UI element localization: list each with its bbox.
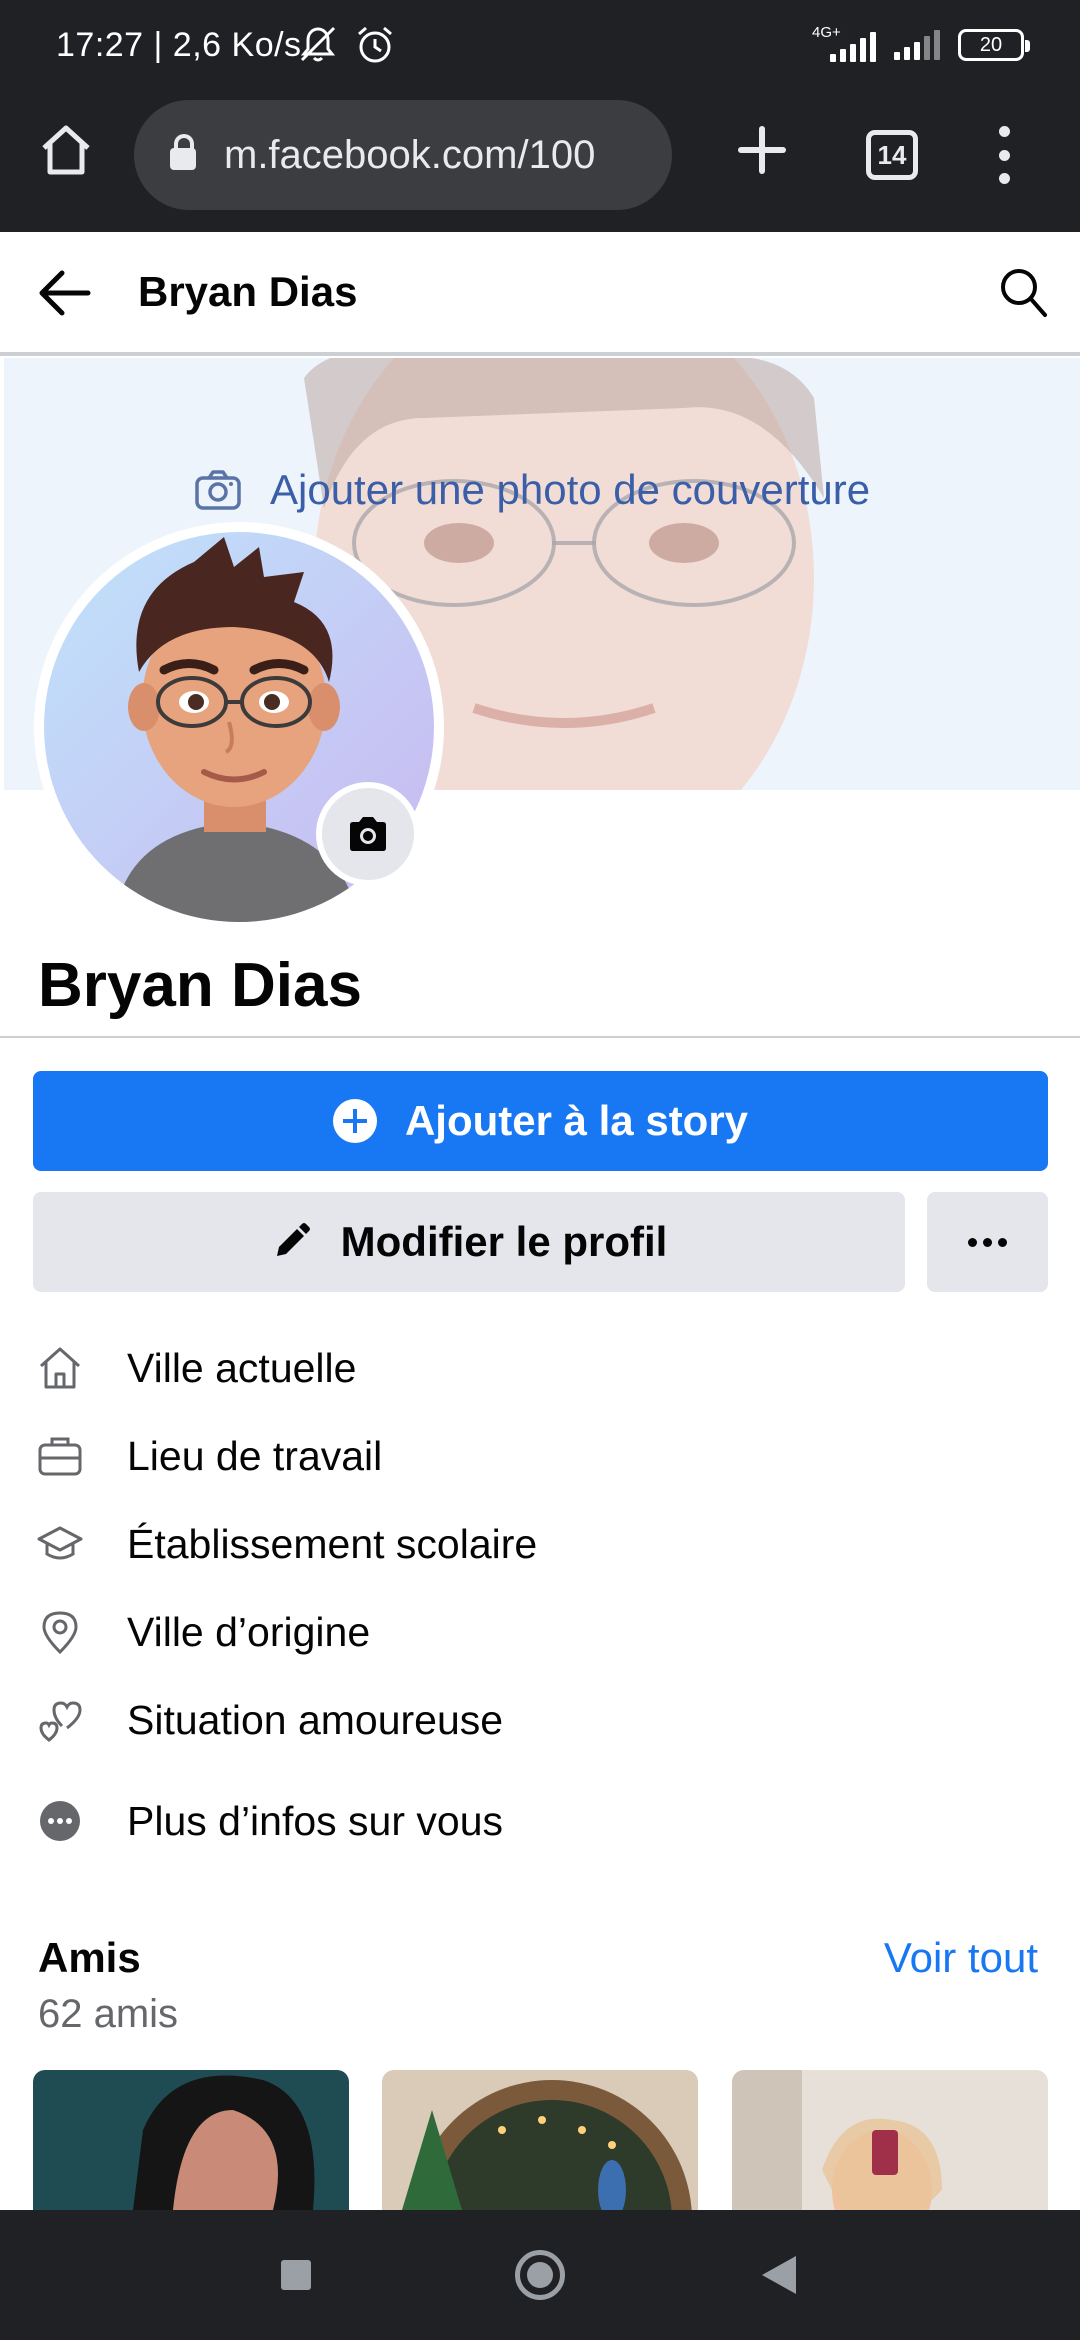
friend-photo-image (732, 2070, 1048, 2210)
battery-icon: 20 (958, 29, 1030, 61)
info-label: Plus d’infos sur vous (127, 1797, 504, 1844)
divider (0, 1036, 1080, 1038)
system-navigation-bar (0, 2210, 1080, 2340)
friend-photo-image (33, 2070, 349, 2210)
status-bar: 17:27 | 2,6 Ko/s 4G+ 20 (0, 0, 1080, 92)
add-to-story-label: Ajouter à la story (404, 1097, 749, 1144)
menu-icon[interactable] (992, 126, 1016, 184)
header-title: Bryan Dias (138, 268, 358, 315)
friend-photo-image (382, 2070, 698, 2210)
friend-photo[interactable] (382, 2070, 698, 2210)
update-profile-picture-button[interactable] (316, 782, 420, 886)
signal-icon: 4G+ (812, 24, 876, 62)
battery-level: 20 (979, 33, 1003, 56)
friend-photo[interactable] (33, 2070, 349, 2210)
browser-toolbar: m.facebook.com/100 14 (0, 92, 1080, 232)
hearts-icon (39, 1701, 82, 1742)
home-outline-icon (39, 1347, 81, 1389)
briefcase-icon (38, 1437, 82, 1476)
add-to-story-button[interactable]: Ajouter à la story (33, 1071, 1048, 1171)
info-more-about-you[interactable]: Plus d’infos sur vous (36, 1797, 503, 1845)
lock-icon (170, 134, 196, 170)
url-text: m.facebook.com/100 (224, 132, 596, 177)
back-arrow-icon[interactable] (36, 268, 94, 318)
info-label: Ville d’origine (127, 1608, 371, 1655)
plus-circle-icon (332, 1099, 377, 1143)
graduation-cap-icon (37, 1526, 83, 1560)
info-school[interactable]: Établissement scolaire (36, 1520, 537, 1568)
add-cover-photo-label: Ajouter une photo de couverture (270, 466, 871, 513)
edit-profile-label: Modifier le profil (340, 1218, 668, 1265)
tabs-button[interactable]: 14 (866, 130, 918, 180)
recents-button[interactable] (281, 2260, 311, 2290)
info-label: Établissement scolaire (127, 1520, 538, 1567)
friends-title: Amis (38, 1934, 141, 1981)
more-options-button[interactable] (927, 1192, 1048, 1292)
search-icon[interactable] (998, 266, 1050, 320)
camera-icon (350, 817, 386, 851)
info-current-city[interactable]: Ville actuelle (36, 1344, 356, 1392)
back-button[interactable] (762, 2256, 796, 2294)
info-label: Situation amoureuse (127, 1696, 504, 1743)
status-icons: 4G+ 20 (812, 24, 1030, 62)
camera-icon (195, 470, 241, 510)
status-time: 17:27 | 2,6 Ko/s (56, 26, 302, 64)
signal-icon (894, 30, 940, 60)
home-icon[interactable] (38, 122, 94, 178)
info-hometown[interactable]: Ville d’origine (36, 1608, 370, 1656)
profile-name: Bryan Dias (38, 951, 362, 1020)
friend-photo[interactable] (732, 2070, 1048, 2210)
new-tab-button[interactable] (732, 120, 792, 180)
more-circle-icon (40, 1801, 80, 1841)
info-label: Ville actuelle (127, 1344, 357, 1391)
profile-header: Bryan Dias (0, 232, 1080, 356)
alarm-icon (358, 26, 392, 63)
home-button[interactable] (515, 2250, 565, 2300)
edit-profile-button[interactable]: Modifier le profil (33, 1192, 905, 1292)
info-label: Lieu de travail (127, 1432, 383, 1479)
see-all-friends-link[interactable]: Voir tout (884, 1934, 1038, 1982)
add-cover-photo-button[interactable]: Ajouter une photo de couverture (194, 466, 870, 514)
tab-count: 14 (877, 139, 907, 170)
friends-count: 62 amis (38, 1992, 179, 2036)
location-pin-icon (42, 1611, 78, 1655)
url-bar[interactable]: m.facebook.com/100 (134, 100, 672, 210)
pencil-icon (276, 1223, 310, 1256)
info-workplace[interactable]: Lieu de travail (36, 1432, 382, 1480)
mute-bell-icon (300, 26, 336, 62)
info-relationship[interactable]: Situation amoureuse (36, 1696, 503, 1744)
